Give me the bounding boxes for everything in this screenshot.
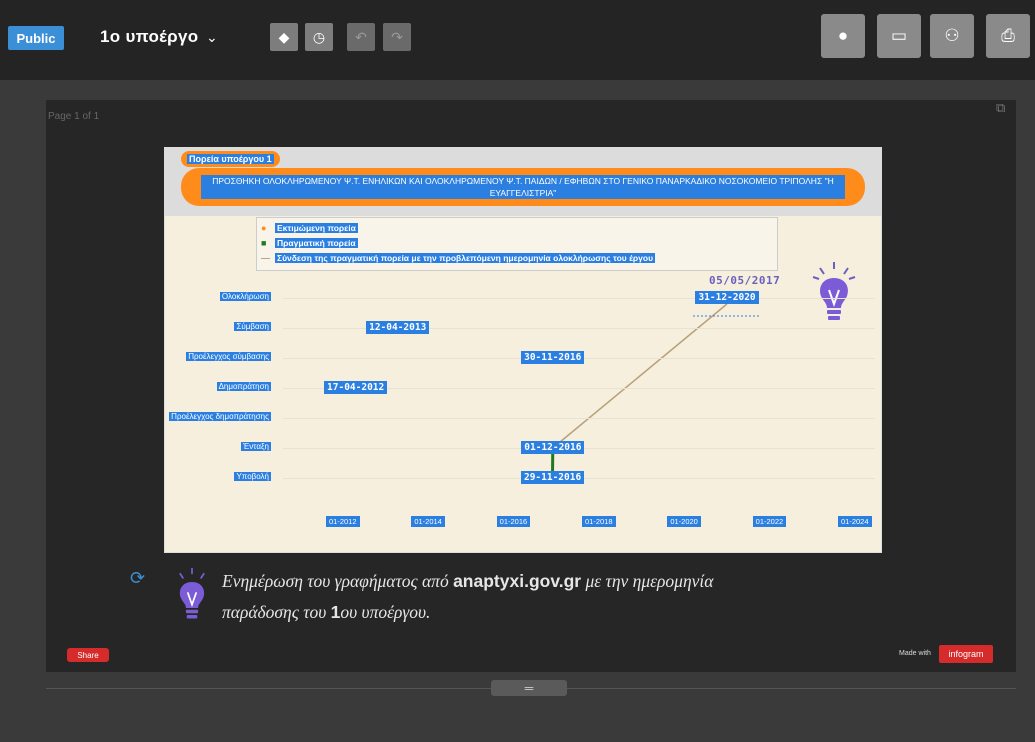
tag-icon[interactable]: ◆ <box>270 23 298 51</box>
infogram-badge[interactable]: infogram <box>939 645 993 663</box>
resize-handle[interactable]: ═ <box>491 680 567 696</box>
caption-text: Ενημέρωση του γραφήματος από <box>222 571 449 591</box>
copy-icon[interactable]: ⧉ <box>996 100 1005 116</box>
present-icon[interactable]: ▭ <box>877 14 921 58</box>
redo-icon[interactable]: ↷ <box>383 23 411 51</box>
data-point-label: 12-04-2013 <box>366 321 430 334</box>
made-with-label: Made with <box>899 650 931 657</box>
x-tick-label: 01-2024 <box>838 516 872 527</box>
caption-site: anaptyxi.gov.gr <box>453 571 582 591</box>
data-point-label: 01-12-2016 <box>521 441 585 454</box>
x-tick-label: 01-2012 <box>326 516 360 527</box>
data-point-label: 17-04-2012 <box>324 381 388 394</box>
comment-icon[interactable]: ● <box>821 14 865 58</box>
project-title[interactable]: 1ο υποέργο <box>100 27 198 47</box>
slide-caption: Ενημέρωση του γραφήματος από anaptyxi.go… <box>222 566 782 628</box>
share-button[interactable]: Share <box>67 648 109 662</box>
share-users-icon[interactable]: ⚇ <box>930 14 974 58</box>
data-point-label: 29-11-2016 <box>520 471 585 484</box>
chart-slide[interactable]: Πορεία υποέργου 1 ΠΡΟΣΘΗΚΗ ΟΛΟΚΛΗΡΩΜΕΝΟΥ… <box>164 147 882 553</box>
page-label: Page 1 of 1 <box>48 111 100 122</box>
gridline <box>283 298 875 299</box>
refresh-icon[interactable]: ⟳ <box>130 568 145 589</box>
caption-text: ου υποέργου. <box>340 602 431 622</box>
x-tick-label: 01-2020 <box>667 516 701 527</box>
top-toolbar: Public 1ο υποέργο ⌄ ◆ ◷ ↶ ↷ ● ▭ ⚇ ⎙ <box>0 0 1035 80</box>
x-tick-label: 01-2016 <box>496 516 531 527</box>
x-tick-label: 01-2014 <box>411 516 445 527</box>
x-tick-label: 01-2018 <box>582 516 616 527</box>
download-icon[interactable]: ⎙ <box>986 14 1030 58</box>
gridline <box>283 418 875 419</box>
x-tick-label: 01-2022 <box>752 516 787 527</box>
chart-marks: 01-2012 01-2014 01-2016 01-2018 01-2020 01-20… <box>165 148 881 552</box>
data-point-label: 30-11-2016 <box>521 351 585 364</box>
lightbulb-icon <box>179 568 205 619</box>
undo-icon[interactable]: ↶ <box>347 23 375 51</box>
data-point-label: 31-12-2020 <box>695 291 759 304</box>
history-icon[interactable]: ◷ <box>305 23 333 51</box>
chevron-down-icon[interactable]: ⌄ <box>206 29 218 46</box>
caption-number: 1 <box>330 602 341 622</box>
public-button[interactable]: Public <box>8 26 64 50</box>
